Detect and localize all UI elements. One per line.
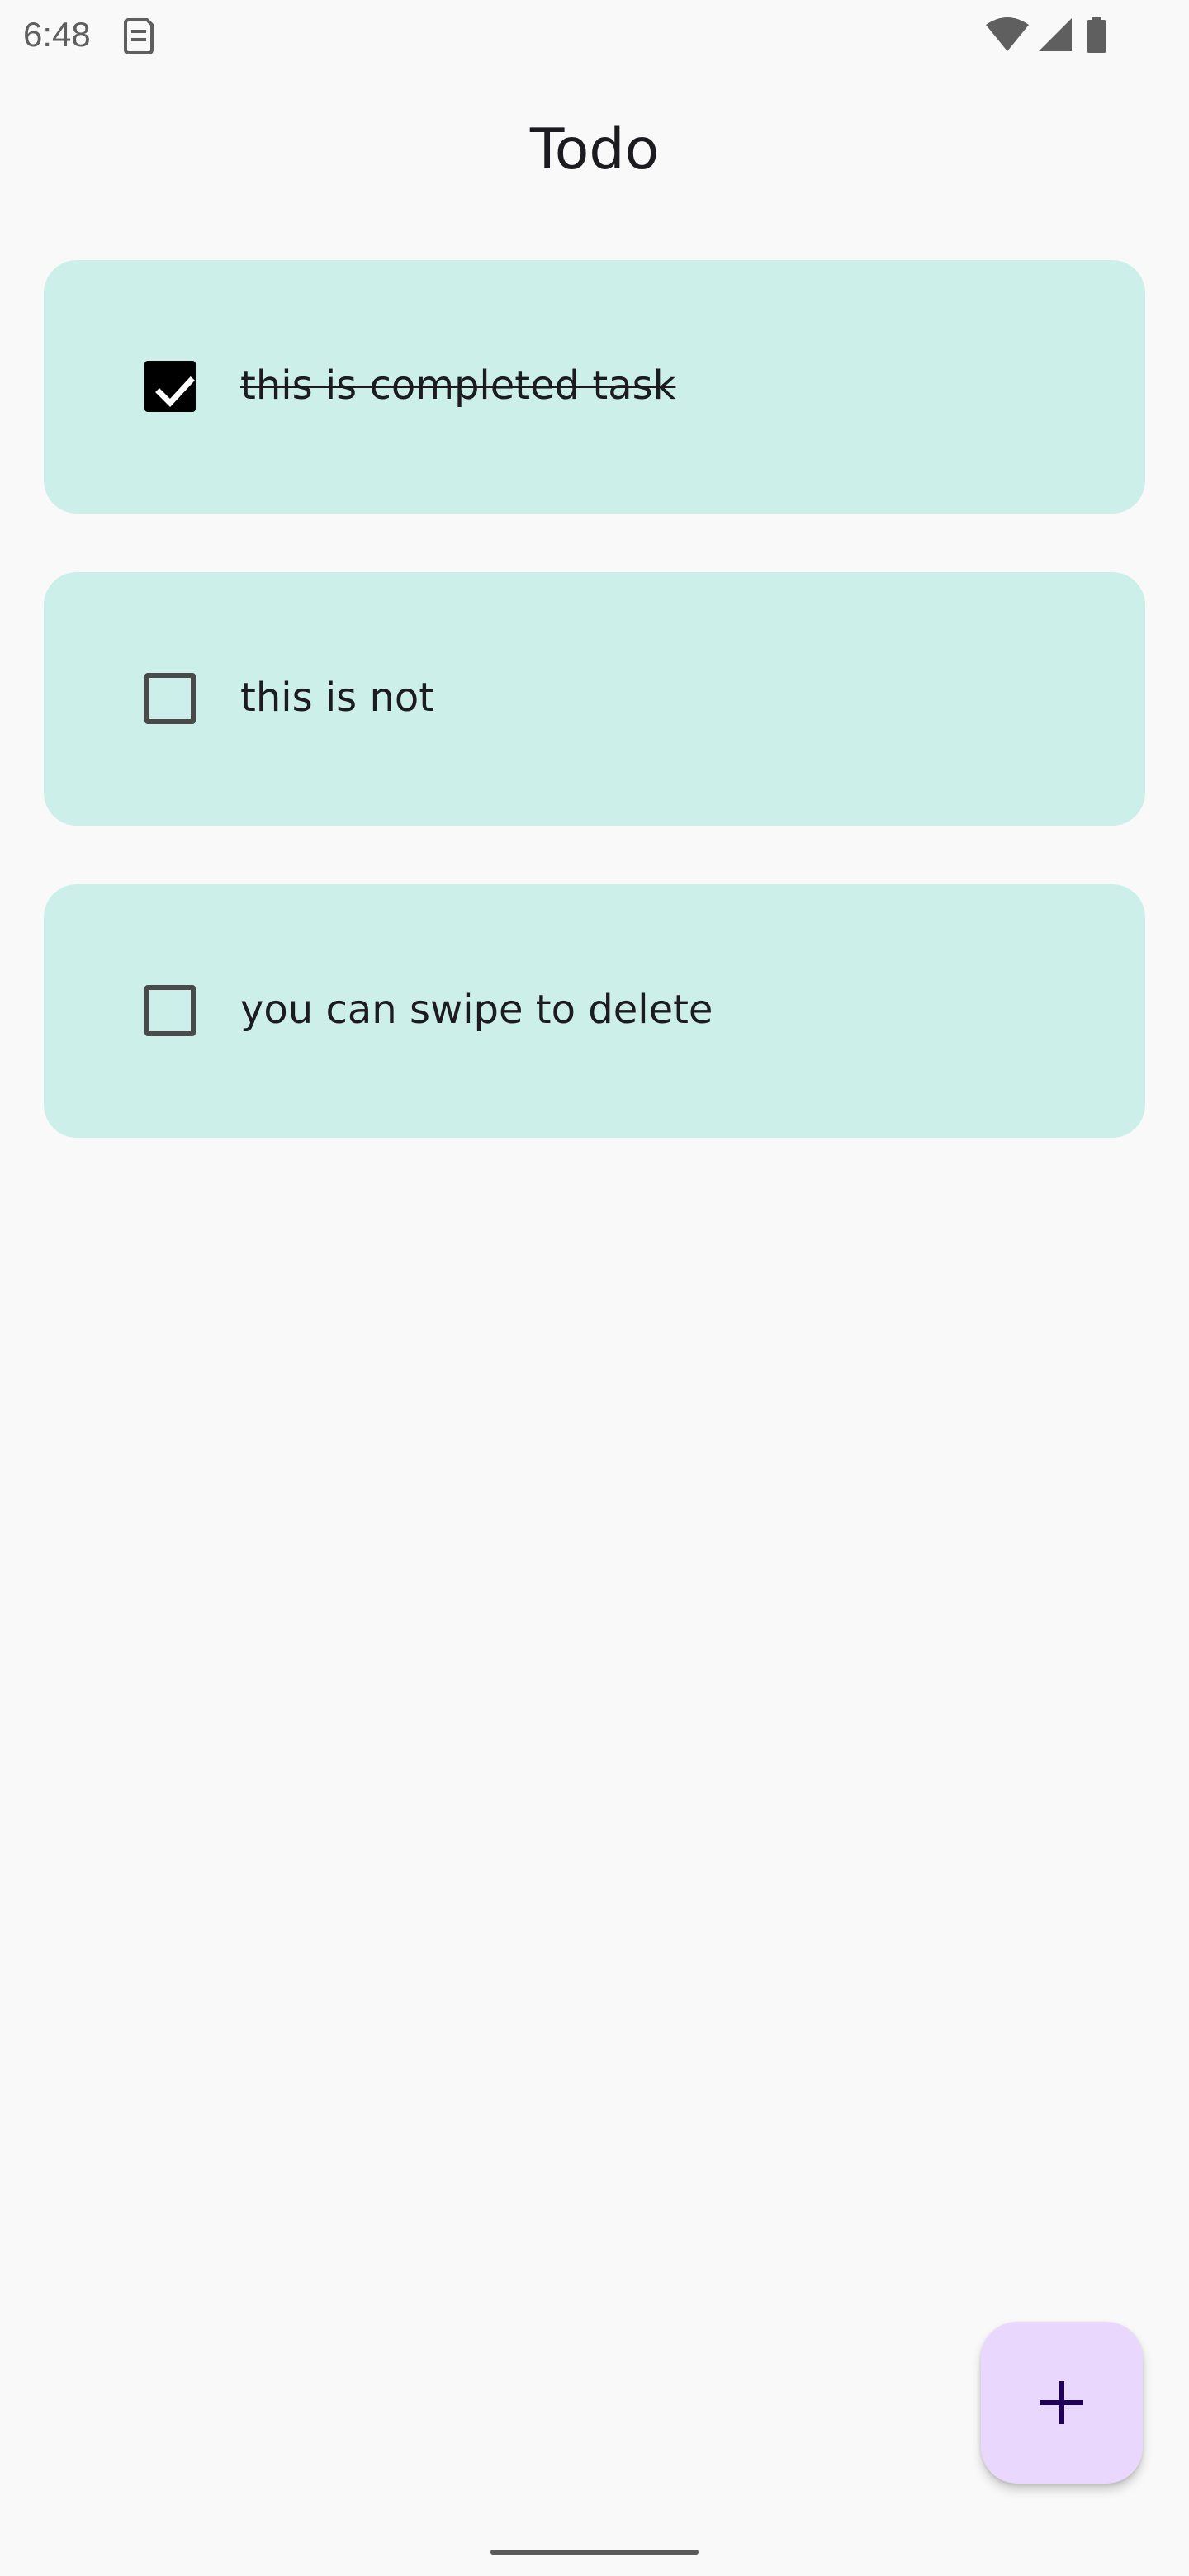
todo-checkbox[interactable]: [144, 985, 196, 1036]
todo-checkbox[interactable]: [144, 673, 196, 724]
page-title: Todo: [529, 117, 660, 182]
battery-icon: [1087, 17, 1106, 53]
check-icon: [155, 376, 195, 408]
todo-text: this is completed task: [240, 362, 676, 409]
status-bar: 6:48: [0, 0, 1189, 69]
cellular-signal-icon: [1039, 18, 1072, 51]
home-indicator[interactable]: [490, 2550, 699, 2555]
sim-card-icon: [122, 17, 155, 54]
status-time: 6:48: [23, 15, 91, 54]
todo-item[interactable]: this is completed task: [44, 260, 1145, 514]
todo-checkbox[interactable]: [144, 361, 196, 412]
status-icons: [969, 15, 1110, 54]
todo-item[interactable]: you can swipe to delete: [44, 884, 1145, 1138]
todo-item[interactable]: this is not: [44, 572, 1145, 826]
add-todo-button[interactable]: [981, 2322, 1143, 2484]
plus-icon: [1040, 2381, 1083, 2424]
todo-text: this is not: [240, 675, 435, 721]
wifi-icon: [986, 17, 1029, 51]
todo-text: you can swipe to delete: [240, 987, 713, 1033]
